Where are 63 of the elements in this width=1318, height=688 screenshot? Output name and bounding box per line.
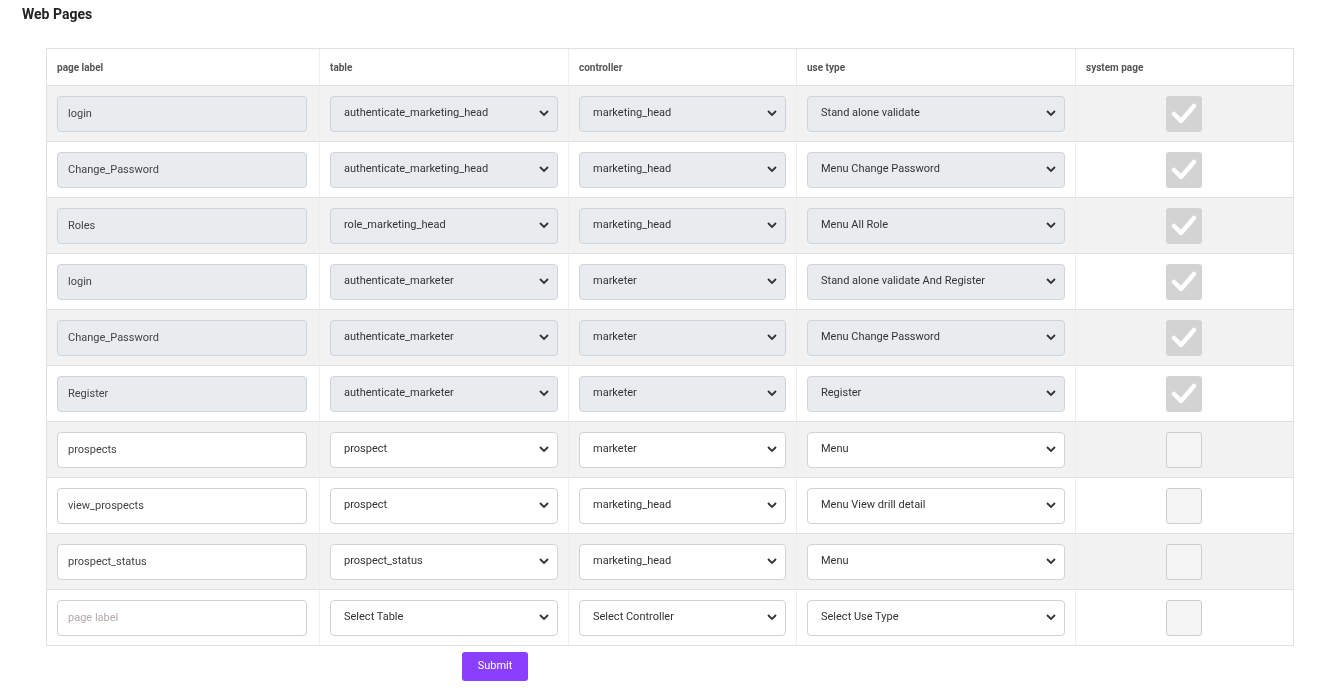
system-page-checkbox[interactable] bbox=[1166, 599, 1202, 636]
column-header: table bbox=[330, 60, 353, 75]
column-header: system page bbox=[1086, 60, 1144, 75]
chevron-icon bbox=[767, 446, 777, 453]
use-type-select[interactable]: Menu bbox=[807, 543, 1065, 580]
check-icon bbox=[1171, 270, 1197, 293]
controller-select[interactable]: marketing_head bbox=[579, 487, 786, 524]
check-icon bbox=[1171, 158, 1197, 181]
page-title: Web Pages bbox=[22, 5, 94, 23]
chevron-icon bbox=[1046, 334, 1056, 341]
chevron-icon bbox=[1046, 222, 1056, 229]
chevron-icon bbox=[1046, 446, 1056, 453]
system-page-checkbox[interactable] bbox=[1166, 543, 1202, 580]
chevron-icon bbox=[539, 110, 549, 117]
chevron-icon bbox=[1046, 614, 1056, 621]
chevron-icon bbox=[1046, 390, 1056, 397]
table-select[interactable]: Select Table bbox=[330, 599, 558, 636]
submit-button[interactable]: Submit bbox=[462, 652, 528, 681]
check-icon bbox=[1171, 214, 1197, 237]
chevron-icon bbox=[767, 390, 777, 397]
page-label-field[interactable]: page label bbox=[57, 599, 307, 636]
chevron-icon bbox=[767, 222, 777, 229]
use-type-select[interactable]: Select Use Type bbox=[807, 599, 1065, 636]
check-icon bbox=[1171, 382, 1197, 405]
table-select[interactable]: prospect bbox=[330, 487, 558, 524]
controller-select[interactable]: Select Controller bbox=[579, 599, 786, 636]
chevron-icon bbox=[767, 502, 777, 509]
chevron-icon bbox=[539, 614, 549, 621]
page-label-field[interactable]: prospects bbox=[57, 431, 307, 468]
chevron-icon bbox=[539, 390, 549, 397]
chevron-icon bbox=[1046, 166, 1056, 173]
table-select[interactable]: prospect bbox=[330, 431, 558, 468]
use-type-select[interactable]: Menu View drill detail bbox=[807, 487, 1065, 524]
use-type-select[interactable]: Menu bbox=[807, 431, 1065, 468]
controller-select[interactable]: marketing_head bbox=[579, 543, 786, 580]
check-icon bbox=[1171, 102, 1197, 125]
column-header: page label bbox=[57, 60, 104, 75]
chevron-icon bbox=[539, 222, 549, 229]
chevron-icon bbox=[767, 166, 777, 173]
chevron-icon bbox=[539, 502, 549, 509]
controller-select[interactable]: marketer bbox=[579, 431, 786, 468]
chevron-icon bbox=[1046, 278, 1056, 285]
chevron-icon bbox=[767, 278, 777, 285]
chevron-icon bbox=[539, 166, 549, 173]
chevron-icon bbox=[767, 558, 777, 565]
chevron-icon bbox=[539, 558, 549, 565]
table-select[interactable]: prospect_status bbox=[330, 543, 558, 580]
chevron-icon bbox=[1046, 502, 1056, 509]
chevron-icon bbox=[539, 446, 549, 453]
chevron-icon bbox=[539, 334, 549, 341]
chevron-icon bbox=[767, 334, 777, 341]
chevron-icon bbox=[767, 614, 777, 621]
page-label-field[interactable]: view_prospects bbox=[57, 487, 307, 524]
page-label-field[interactable]: prospect_status bbox=[57, 543, 307, 580]
column-header: controller bbox=[579, 60, 623, 75]
chevron-icon bbox=[539, 278, 549, 285]
chevron-icon bbox=[1046, 110, 1056, 117]
column-header: use type bbox=[807, 60, 846, 75]
check-icon bbox=[1171, 326, 1197, 349]
system-page-checkbox[interactable] bbox=[1166, 431, 1202, 468]
chevron-icon bbox=[1046, 558, 1056, 565]
system-page-checkbox[interactable] bbox=[1166, 487, 1202, 524]
chevron-icon bbox=[767, 110, 777, 117]
